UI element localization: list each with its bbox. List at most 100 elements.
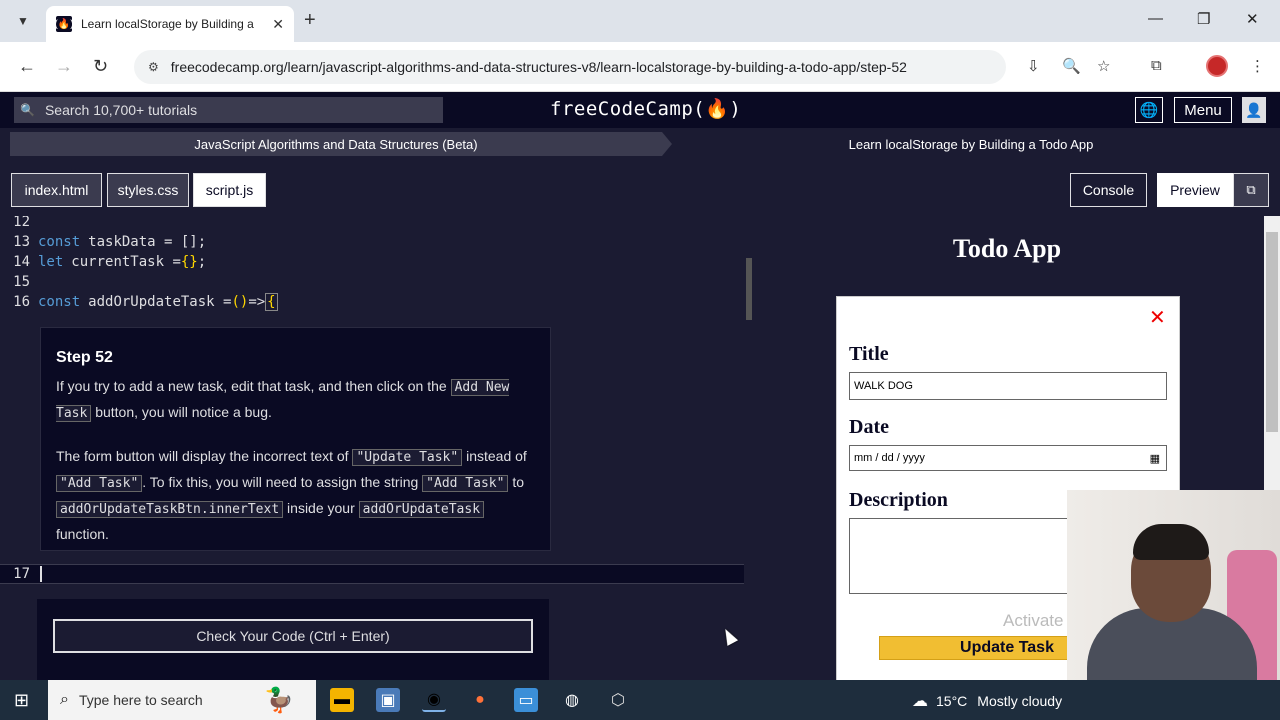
- minimize-window-button[interactable]: —: [1148, 10, 1163, 27]
- user-avatar-icon[interactable]: 👤: [1242, 97, 1266, 123]
- activate-windows-watermark: Activate: [1003, 611, 1064, 630]
- folder-app-icon[interactable]: ▭: [514, 688, 538, 712]
- code-arrow: =>: [248, 294, 266, 310]
- inline-code: "Add Task": [422, 475, 509, 492]
- browser-tab-title: Learn localStorage by Building a: [81, 17, 254, 31]
- close-window-button[interactable]: ✕: [1246, 10, 1259, 28]
- editor-scrollbar-thumb[interactable]: [746, 258, 752, 320]
- description-label: Description: [849, 489, 948, 511]
- search-icon: 🔍: [20, 103, 35, 117]
- date-placeholder: mm / dd / yyyy: [854, 452, 925, 464]
- code-keyword: let: [38, 254, 64, 270]
- tab-styles-css[interactable]: styles.css: [107, 173, 189, 207]
- step-title: Step 52: [56, 349, 113, 366]
- webcam-person-hair: [1133, 524, 1209, 560]
- line-number: 16: [13, 294, 30, 310]
- date-input[interactable]: mm / dd / yyyy ▦: [849, 445, 1167, 471]
- tab-index-html[interactable]: index.html: [11, 173, 102, 207]
- firefox-icon[interactable]: ●: [468, 688, 492, 712]
- inline-code: "Add Task": [56, 475, 143, 492]
- preview-button[interactable]: Preview: [1157, 173, 1233, 207]
- inline-code: addOrUpdateTask: [358, 501, 485, 518]
- profile-avatar[interactable]: [1206, 55, 1228, 77]
- weather-condition: Mostly cloudy: [977, 693, 1063, 709]
- title-label: Title: [849, 343, 889, 365]
- back-arrow-icon[interactable]: ←: [18, 56, 36, 76]
- windows-taskbar: ⊞ ⌕ 🦆 ▬ ▣ ◉ ● ▭ ◍ ⬡ ☁ 15°C Mostly cloudy: [0, 680, 1280, 720]
- breadcrumb-course-link[interactable]: JavaScript Algorithms and Data Structure…: [10, 132, 662, 156]
- fcc-search-input[interactable]: [44, 102, 425, 118]
- extensions-puzzle-icon[interactable]: ⧉: [1151, 57, 1162, 74]
- code-open-brace: {: [265, 293, 278, 311]
- breadcrumb-project-link[interactable]: Learn localStorage by Building a Todo Ap…: [672, 132, 1270, 156]
- weather-widget[interactable]: ☁ 15°C Mostly cloudy: [912, 691, 1062, 711]
- inline-code: addOrUpdateTaskBtn.innerText: [56, 501, 284, 518]
- unity-icon[interactable]: ⬡: [606, 688, 630, 712]
- fcc-search-bar[interactable]: 🔍: [14, 97, 443, 123]
- reload-icon[interactable]: ↻: [93, 56, 108, 76]
- preview-scrollbar-thumb[interactable]: [1266, 232, 1278, 432]
- editor-tab-bar: index.html styles.css script.js Console …: [0, 160, 1280, 216]
- line-number: 13: [13, 234, 30, 250]
- code-parens: (): [231, 294, 249, 310]
- code-text: addOrUpdateTask =: [88, 294, 232, 310]
- restore-window-button[interactable]: ❐: [1197, 10, 1210, 28]
- calendar-icon[interactable]: ▦: [1150, 452, 1160, 465]
- date-label: Date: [849, 416, 889, 438]
- text-cursor: [40, 566, 42, 582]
- taskbar-search-input[interactable]: [78, 692, 259, 708]
- app-window-icon[interactable]: ▣: [376, 688, 400, 712]
- browser-toolbar: ← → ↻ ⚙ freecodecamp.org/learn/javascrip…: [0, 42, 1280, 92]
- breadcrumb: JavaScript Algorithms and Data Structure…: [0, 128, 1280, 160]
- menu-button[interactable]: Menu: [1174, 97, 1232, 123]
- code-text: taskData = [];: [88, 234, 207, 250]
- fcc-logo[interactable]: freeCodeCamp(🔥): [550, 97, 741, 120]
- url-text: freecodecamp.org/learn/javascript-algori…: [170, 59, 907, 75]
- title-input[interactable]: [849, 372, 1167, 400]
- new-tab-button[interactable]: +: [304, 10, 316, 30]
- browser-tab-strip: ▼ (🔥) Learn localStorage by Building a ✕…: [0, 0, 1280, 42]
- language-globe-icon[interactable]: 🌐: [1135, 97, 1163, 123]
- code-line-13[interactable]: 13 const taskData = [];: [0, 232, 206, 252]
- code-line-14[interactable]: 14 let currentTask = {};: [0, 252, 206, 272]
- todo-app-title: Todo App: [952, 234, 1062, 263]
- bookmark-star-icon[interactable]: ☆: [1097, 57, 1110, 75]
- cloud-icon: ☁: [912, 693, 928, 710]
- obs-icon[interactable]: ◍: [560, 688, 584, 712]
- code-text: ;: [197, 254, 207, 270]
- tab-close-icon[interactable]: ✕: [272, 16, 284, 33]
- code-line-16[interactable]: 16 const addOrUpdateTask = () => {: [0, 292, 278, 312]
- step-instructions: Step 52 If you try to add a new task, ed…: [40, 327, 551, 551]
- line-number: 15: [13, 274, 30, 290]
- close-icon[interactable]: ✕: [1149, 307, 1166, 329]
- code-keyword: const: [38, 294, 81, 310]
- file-explorer-icon[interactable]: ▬: [330, 688, 354, 712]
- chrome-icon[interactable]: ◉: [422, 688, 446, 712]
- browser-tab-active[interactable]: (🔥) Learn localStorage by Building a ✕: [46, 6, 294, 42]
- temperature: 15°C: [936, 693, 968, 709]
- code-line-12: 12: [0, 216, 38, 232]
- search-icon: ⌕: [60, 691, 69, 708]
- fcc-navbar: 🔍 freeCodeCamp(🔥) 🌐 Menu 👤: [0, 92, 1280, 128]
- install-app-icon[interactable]: ⇩: [1027, 57, 1040, 75]
- zoom-icon[interactable]: 🔍: [1062, 57, 1081, 75]
- windows-start-icon[interactable]: ⊞: [14, 691, 29, 709]
- instructions-paragraph-2: The form button will display the incorre…: [56, 448, 527, 542]
- instructions-paragraph-1: If you try to add a new task, edit that …: [56, 378, 510, 422]
- inline-code: "Update Task": [352, 449, 463, 466]
- site-info-icon[interactable]: ⚙: [148, 60, 159, 74]
- tab-search-chevron-icon[interactable]: ▼: [10, 8, 36, 34]
- console-button[interactable]: Console: [1070, 173, 1147, 207]
- check-code-button[interactable]: Check Your Code (Ctrl + Enter): [53, 619, 533, 653]
- tab-script-js[interactable]: script.js: [193, 173, 266, 207]
- code-editor[interactable]: 12 13 const taskData = []; 14 let curren…: [0, 216, 754, 680]
- line-number: 12: [13, 216, 30, 230]
- code-line-15[interactable]: 15: [0, 272, 38, 292]
- code-line-17-editable[interactable]: 17: [0, 564, 750, 584]
- forward-arrow-icon[interactable]: →: [55, 56, 73, 76]
- line-number: 14: [13, 254, 30, 270]
- kebab-menu-icon[interactable]: ⋮: [1250, 57, 1265, 75]
- address-bar[interactable]: ⚙ freecodecamp.org/learn/javascript-algo…: [134, 50, 1006, 84]
- code-text: currentTask =: [71, 254, 181, 270]
- popout-preview-icon[interactable]: ⧉: [1233, 173, 1269, 207]
